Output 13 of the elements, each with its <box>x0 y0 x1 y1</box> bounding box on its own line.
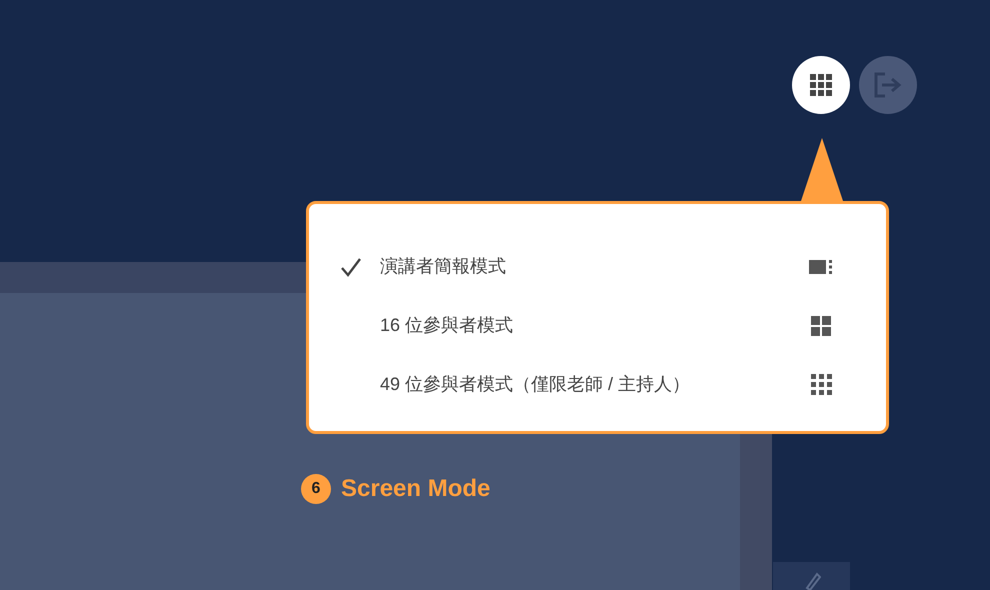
screen-mode-option[interactable]: 演講者簡報模式 <box>309 237 886 296</box>
screen-mode-option[interactable]: 49 位參與者模式（僅限老師 / 主持人） <box>309 355 886 414</box>
option-label: 16 位參與者模式 <box>380 314 514 337</box>
option-label: 演講者簡報模式 <box>380 255 507 278</box>
callout-label: Screen Mode <box>341 474 490 504</box>
option-label: 49 位參與者模式（僅限老師 / 主持人） <box>380 373 692 396</box>
presenter-layout-icon <box>809 258 833 274</box>
four-grid-icon <box>811 316 831 336</box>
grid-icon <box>810 74 832 96</box>
screen-mode-option[interactable]: 16 位參與者模式 <box>309 296 886 355</box>
nine-grid-icon <box>810 374 832 395</box>
exit-icon <box>873 72 903 98</box>
pencil-tool-button[interactable] <box>773 562 850 590</box>
